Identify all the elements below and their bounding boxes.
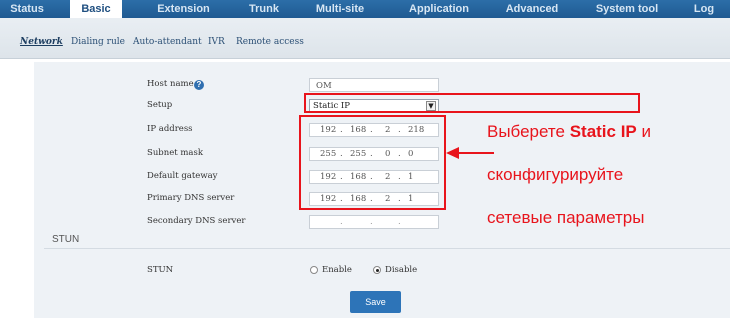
host-name-label: Host name bbox=[147, 79, 194, 89]
tab-basic[interactable]: Basic bbox=[70, 0, 122, 18]
tab-log[interactable]: Log bbox=[684, 0, 724, 18]
subnav-remote-access[interactable]: Remote access bbox=[236, 37, 304, 47]
tab-status[interactable]: Status bbox=[0, 0, 54, 18]
subnet-mask-label: Subnet mask bbox=[147, 148, 204, 158]
ip-address-label: IP address bbox=[147, 124, 193, 134]
subnav-dialing-rule[interactable]: Dialing rule bbox=[71, 37, 125, 47]
ip-fields-highlight-box bbox=[299, 115, 446, 210]
help-icon[interactable]: ? bbox=[194, 80, 204, 90]
tab-trunk[interactable]: Trunk bbox=[234, 0, 294, 18]
secondary-dns-label: Secondary DNS server bbox=[147, 216, 246, 226]
stun-label: STUN bbox=[147, 265, 174, 275]
default-gateway-label: Default gateway bbox=[147, 171, 218, 181]
subnav-auto-attendant[interactable]: Auto-attendant bbox=[133, 37, 202, 47]
primary-dns-label: Primary DNS server bbox=[147, 193, 235, 203]
annotation-line-1: Выберете Static IP и bbox=[487, 122, 652, 141]
tab-extension[interactable]: Extension bbox=[146, 0, 221, 18]
annotation-line-3: сетевые параметры bbox=[487, 208, 645, 227]
setup-label: Setup bbox=[147, 100, 173, 110]
secondary-dns-input[interactable]: . . . bbox=[309, 215, 439, 229]
tab-advanced[interactable]: Advanced bbox=[497, 0, 567, 18]
save-button[interactable]: Save bbox=[350, 291, 401, 313]
stun-section-title: STUN bbox=[52, 234, 80, 245]
subnav-ivr[interactable]: IVR bbox=[208, 37, 225, 47]
tab-system-tool[interactable]: System tool bbox=[587, 0, 667, 18]
top-nav: Status Basic Extension Trunk Multi-site … bbox=[0, 0, 730, 18]
section-divider bbox=[44, 248, 730, 249]
red-arrow-icon bbox=[446, 147, 494, 159]
annotation-line-2: сконфигурируйте bbox=[487, 165, 624, 184]
stun-disable-label[interactable]: Disable bbox=[385, 265, 417, 275]
subnav-network[interactable]: Network bbox=[20, 37, 63, 47]
sub-nav: Network Dialing rule Auto-attendant IVR … bbox=[0, 18, 730, 59]
stun-enable-radio[interactable] bbox=[310, 266, 318, 274]
stun-enable-label[interactable]: Enable bbox=[322, 265, 352, 275]
setup-highlight-box bbox=[304, 93, 640, 113]
stun-disable-radio[interactable] bbox=[373, 266, 381, 274]
tab-multi-site[interactable]: Multi-site bbox=[305, 0, 375, 18]
tab-application[interactable]: Application bbox=[399, 0, 479, 18]
host-name-input[interactable]: OM bbox=[309, 78, 439, 92]
